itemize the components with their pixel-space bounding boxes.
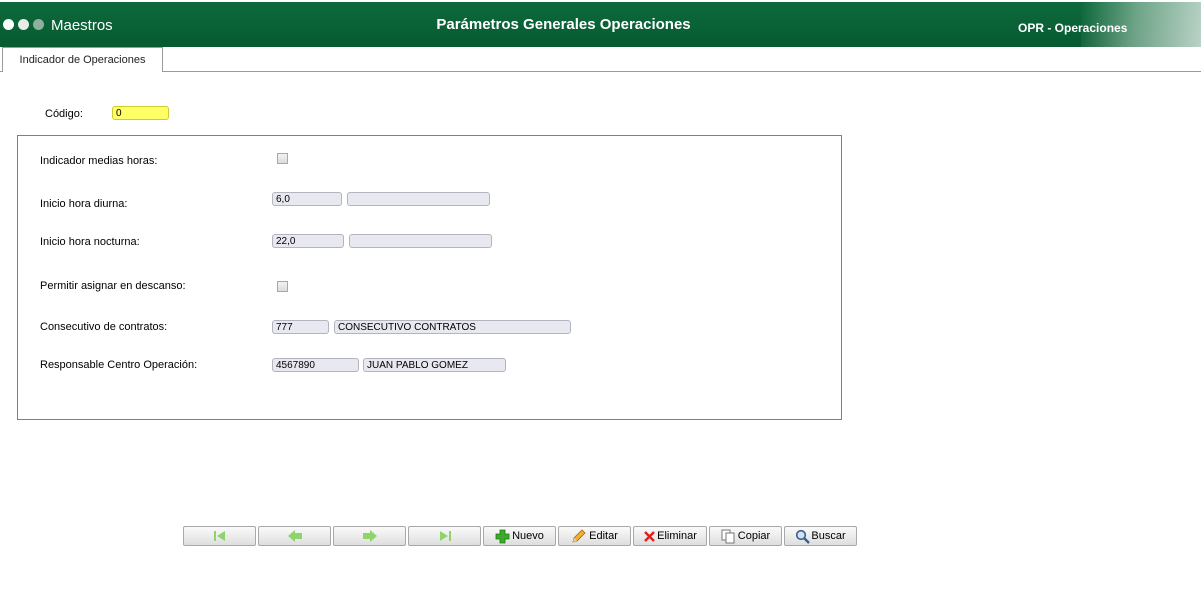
editar-label: Editar <box>589 530 618 542</box>
last-record-icon <box>439 531 451 541</box>
hora-diurna-input[interactable]: 6,0 <box>272 192 342 206</box>
last-record-button[interactable] <box>408 526 481 546</box>
responsable-input[interactable]: 4567890 <box>272 358 359 372</box>
consecutivo-input[interactable]: 777 <box>272 320 329 334</box>
copy-icon <box>721 529 735 543</box>
plus-icon <box>495 529 510 543</box>
page-title: Parámetros Generales Operaciones <box>436 16 691 33</box>
tab-bar-line <box>0 71 1201 72</box>
asignar-descanso-label: Permitir asignar en descanso: <box>40 280 186 292</box>
medias-horas-checkbox[interactable] <box>277 153 288 164</box>
module-name: OPR - Operaciones <box>1018 21 1128 35</box>
app-header: Maestros Parámetros Generales Operacione… <box>0 2 1201 47</box>
responsable-description: JUAN PABLO GOMEZ <box>363 358 506 372</box>
codigo-input[interactable]: 0 <box>112 106 169 120</box>
hora-nocturna-input[interactable]: 22,0 <box>272 234 344 248</box>
previous-record-button[interactable] <box>258 526 331 546</box>
buscar-button[interactable]: Buscar <box>784 526 857 546</box>
pencil-icon <box>572 528 586 543</box>
responsable-label: Responsable Centro Operación: <box>40 359 198 371</box>
next-record-button[interactable] <box>333 526 406 546</box>
delete-x-icon <box>644 530 655 542</box>
eliminar-label: Eliminar <box>657 530 697 542</box>
consecutivo-description: CONSECUTIVO CONTRATOS <box>334 320 571 334</box>
hora-diurna-label: Inicio hora diurna: <box>40 198 128 210</box>
codigo-label: Código: <box>45 108 83 120</box>
previous-record-icon <box>287 530 302 542</box>
buscar-label: Buscar <box>811 530 846 542</box>
nuevo-label: Nuevo <box>512 530 544 542</box>
hora-nocturna-description <box>349 234 492 248</box>
medias-horas-label: Indicador medias horas: <box>40 155 158 167</box>
copiar-button[interactable]: Copiar <box>709 526 782 546</box>
magnifier-icon <box>796 529 811 544</box>
form-panel <box>17 135 842 420</box>
tab-indicador-operaciones[interactable]: Indicador de Operaciones <box>2 47 163 72</box>
next-record-icon <box>362 530 377 542</box>
editar-button[interactable]: Editar <box>558 526 631 546</box>
nuevo-button[interactable]: Nuevo <box>483 526 556 546</box>
asignar-descanso-checkbox[interactable] <box>277 281 288 292</box>
first-record-icon <box>213 531 225 541</box>
hora-nocturna-label: Inicio hora nocturna: <box>40 236 140 248</box>
copiar-label: Copiar <box>737 530 771 542</box>
first-record-button[interactable] <box>183 526 256 546</box>
eliminar-button[interactable]: Eliminar <box>633 526 707 546</box>
hora-diurna-description <box>347 192 490 206</box>
consecutivo-label: Consecutivo de contratos: <box>40 321 168 333</box>
